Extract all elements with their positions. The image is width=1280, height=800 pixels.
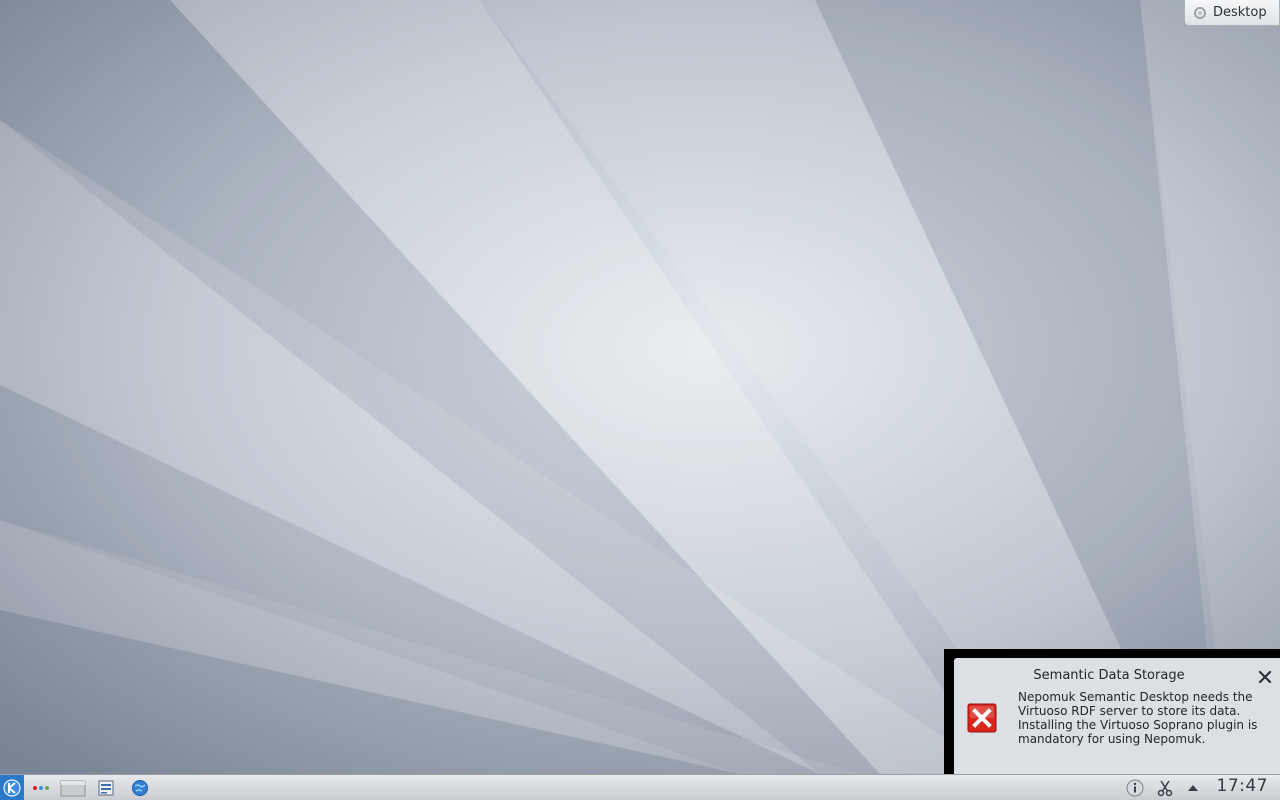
notification-message: Nepomuk Semantic Desktop needs the Virtu…: [1018, 690, 1258, 746]
taskbar: 17:47: [0, 774, 1280, 800]
task-manager-icon[interactable]: [96, 777, 116, 799]
notification-title: Semantic Data Storage: [1033, 668, 1185, 683]
close-icon[interactable]: [1258, 669, 1272, 684]
klipper-scissors-icon[interactable]: [1155, 777, 1175, 799]
kickoff-icon[interactable]: [0, 775, 24, 800]
desktop-toolbox-label: Desktop: [1213, 5, 1267, 20]
desktop-toolbox-button[interactable]: Desktop: [1184, 0, 1280, 26]
error-icon: [967, 703, 997, 733]
digital-clock[interactable]: 17:47: [1217, 776, 1269, 796]
cashew-icon: [1193, 6, 1207, 20]
show-desktop-icon[interactable]: [59, 777, 87, 799]
activity-switcher-icon[interactable]: [30, 777, 52, 799]
information-icon[interactable]: [1125, 777, 1145, 799]
notification-popup[interactable]: Semantic Data Storage Nepomuk Semantic D…: [954, 658, 1280, 774]
network-globe-icon[interactable]: [129, 777, 151, 799]
show-hidden-arrow-icon[interactable]: [1186, 777, 1200, 799]
